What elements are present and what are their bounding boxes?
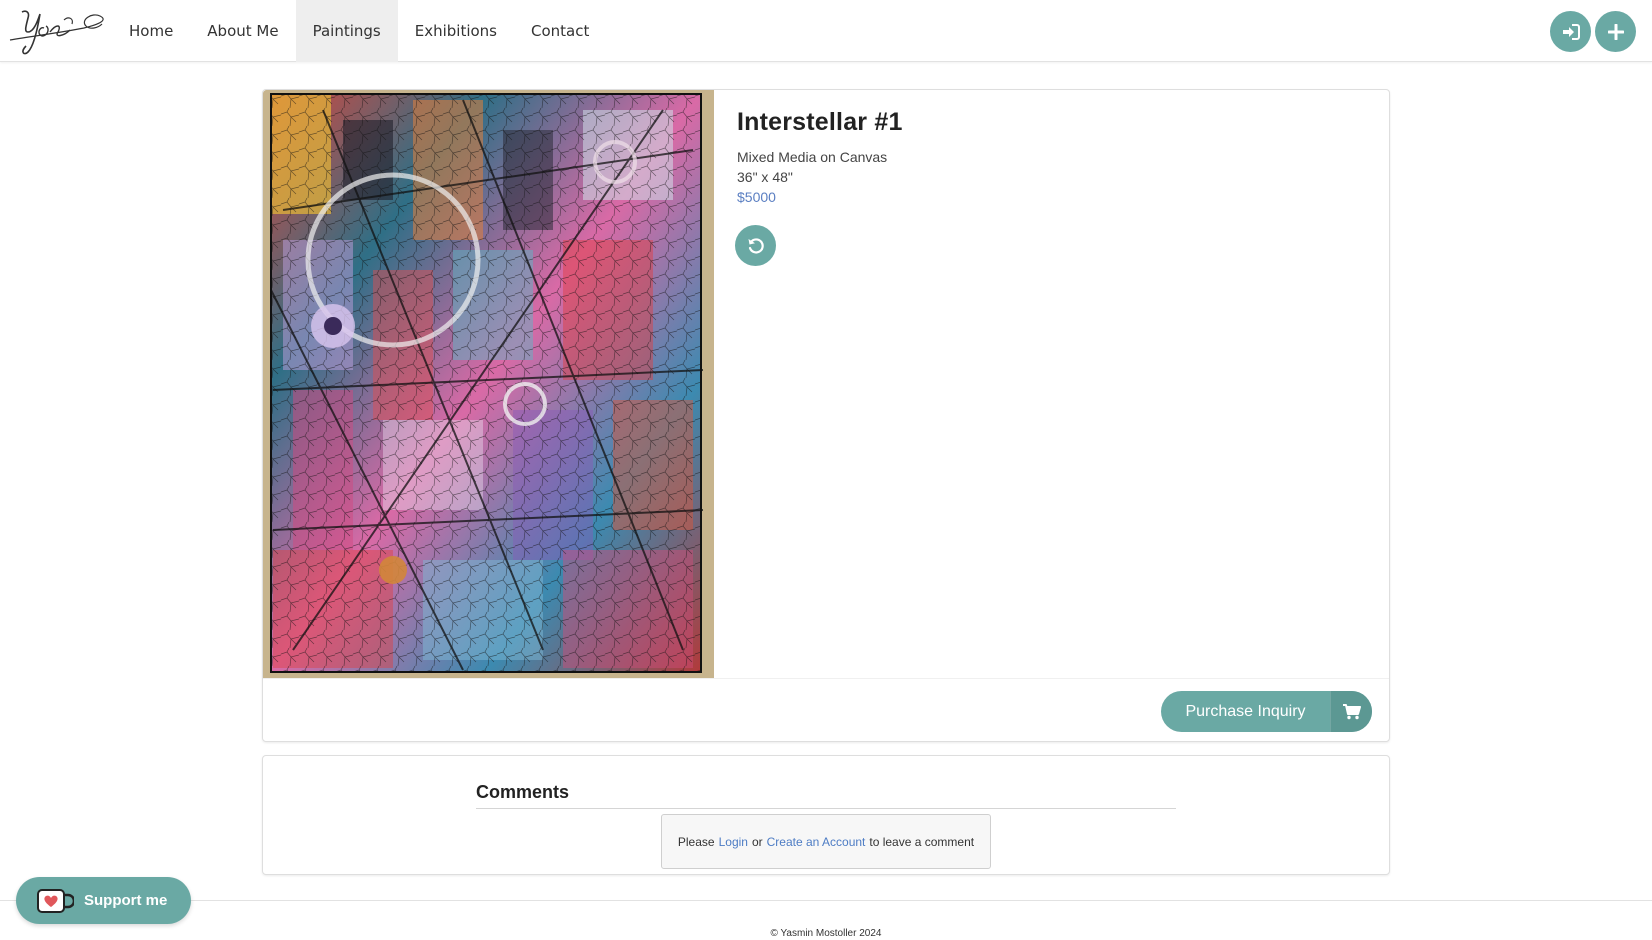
support-me-button[interactable]: Support me	[16, 877, 191, 924]
nav-exhibitions[interactable]: Exhibitions	[398, 0, 514, 62]
nav-paintings[interactable]: Paintings	[295, 0, 398, 62]
painting-title: Interstellar #1	[737, 108, 903, 136]
nav-contact[interactable]: Contact	[514, 0, 606, 62]
comments-heading: Comments	[476, 782, 570, 802]
undo-icon	[748, 237, 764, 254]
painting-artwork	[263, 90, 714, 678]
painting-price: $5000	[737, 189, 776, 205]
navbar: Home About Me Paintings Exhibitions Cont…	[0, 0, 1652, 62]
painting-details: Interstellar #1 Mixed Media on Canvas 36…	[737, 108, 903, 207]
support-me-label: Support me	[84, 892, 168, 909]
main-nav: Home About Me Paintings Exhibitions Cont…	[112, 0, 606, 62]
signature-logo-icon	[9, 10, 104, 55]
painting-card-footer: Purchase Inquiry	[263, 678, 1389, 741]
painting-medium: Mixed Media on Canvas	[737, 149, 888, 165]
nav-actions	[1550, 11, 1636, 52]
page-footer: © Yasmin Mostoller 2024	[0, 900, 1652, 940]
painting-image[interactable]	[263, 90, 714, 678]
site-logo[interactable]	[4, 2, 108, 58]
prompt-text-or: or	[751, 834, 763, 849]
ko-fi-cup-icon	[37, 888, 74, 913]
prompt-text-after: to leave a comment	[869, 834, 975, 849]
reset-button[interactable]	[735, 225, 776, 266]
create-account-link[interactable]: Create an Account	[767, 835, 866, 849]
purchase-inquiry-button[interactable]: Purchase Inquiry	[1161, 691, 1372, 732]
sign-in-icon	[1562, 23, 1580, 40]
add-button[interactable]	[1595, 11, 1636, 52]
purchase-inquiry-label: Purchase Inquiry	[1185, 702, 1306, 720]
painting-size: 36" x 48"	[737, 169, 793, 185]
prompt-text-before: Please	[677, 834, 715, 849]
login-link[interactable]: Login	[719, 835, 748, 849]
plus-icon	[1607, 23, 1624, 40]
copyright-text: © Yasmin Mostoller 2024	[770, 928, 882, 939]
nav-about-me[interactable]: About Me	[190, 0, 295, 62]
cart-icon	[1342, 703, 1361, 719]
comment-login-prompt: Please Login or Create an Account to lea…	[661, 814, 991, 869]
login-button[interactable]	[1550, 11, 1591, 52]
painting-card: Interstellar #1 Mixed Media on Canvas 36…	[262, 89, 1390, 742]
nav-home[interactable]: Home	[112, 0, 190, 62]
comments-divider	[476, 808, 1176, 809]
purchase-cart-segment	[1330, 691, 1372, 732]
comments-card: Comments Please Login or Create an Accou…	[262, 755, 1390, 875]
